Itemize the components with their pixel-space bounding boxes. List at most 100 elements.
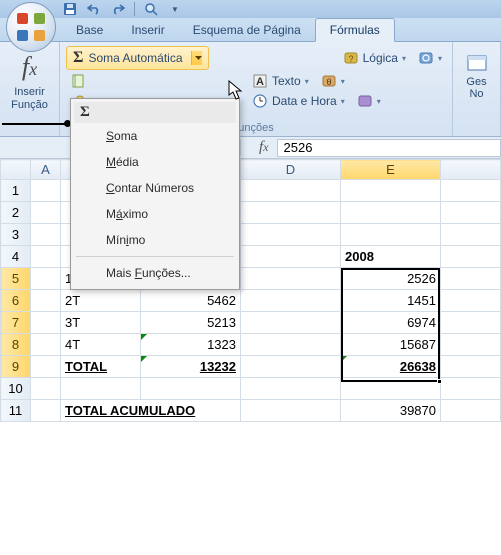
cell[interactable] bbox=[441, 246, 501, 268]
cell[interactable]: 4T bbox=[61, 334, 141, 356]
cell[interactable]: 13232 bbox=[141, 356, 241, 378]
cell[interactable] bbox=[141, 378, 241, 400]
cell[interactable]: 2T bbox=[61, 290, 141, 312]
cell[interactable] bbox=[241, 268, 341, 290]
cell[interactable] bbox=[31, 290, 61, 312]
math-button[interactable]: θ ▾ bbox=[317, 72, 349, 90]
cell[interactable] bbox=[31, 180, 61, 202]
tab-formulas[interactable]: Fórmulas bbox=[315, 18, 395, 42]
tab-inserir[interactable]: Inserir bbox=[117, 19, 178, 41]
autosum-dropdown-arrow[interactable] bbox=[191, 51, 202, 65]
col-header-D[interactable]: D bbox=[241, 160, 341, 180]
cell[interactable]: TOTAL ACUMULADO bbox=[61, 400, 241, 422]
cell[interactable] bbox=[241, 356, 341, 378]
save-icon[interactable] bbox=[60, 1, 80, 17]
cell[interactable]: 5462 bbox=[141, 290, 241, 312]
select-all-corner[interactable] bbox=[1, 160, 31, 180]
cell[interactable] bbox=[241, 180, 341, 202]
cell[interactable] bbox=[241, 334, 341, 356]
dd-item-media[interactable]: Média bbox=[74, 149, 236, 175]
name-manager-icon[interactable] bbox=[465, 52, 489, 76]
dd-item-maximo[interactable]: Máximo bbox=[74, 201, 236, 227]
cell[interactable] bbox=[31, 400, 61, 422]
cell[interactable] bbox=[31, 356, 61, 378]
cell[interactable] bbox=[31, 334, 61, 356]
fx-icon[interactable]: fx bbox=[22, 52, 37, 82]
office-button[interactable] bbox=[6, 2, 56, 52]
cell[interactable] bbox=[31, 378, 61, 400]
row-header[interactable]: 7 bbox=[1, 312, 31, 334]
cell[interactable] bbox=[241, 400, 341, 422]
autosum-button[interactable]: Σ Soma Automática bbox=[66, 46, 209, 70]
cell[interactable]: 3T bbox=[61, 312, 141, 334]
cell[interactable]: 2526 bbox=[341, 268, 441, 290]
cell[interactable] bbox=[341, 202, 441, 224]
cell[interactable]: 1323 bbox=[141, 334, 241, 356]
tab-esquema[interactable]: Esquema de Página bbox=[179, 19, 315, 41]
cell[interactable] bbox=[31, 312, 61, 334]
col-header-next[interactable] bbox=[441, 160, 501, 180]
row-header[interactable]: 8 bbox=[1, 334, 31, 356]
cell[interactable] bbox=[441, 378, 501, 400]
cell[interactable] bbox=[31, 246, 61, 268]
cell[interactable] bbox=[441, 400, 501, 422]
cell[interactable]: 1451 bbox=[341, 290, 441, 312]
col-header-A[interactable]: A bbox=[31, 160, 61, 180]
more-button[interactable]: ▾ bbox=[353, 92, 385, 110]
dd-item-soma[interactable]: Soma bbox=[74, 123, 236, 149]
cell[interactable] bbox=[441, 356, 501, 378]
cell[interactable]: 5213 bbox=[141, 312, 241, 334]
row-header[interactable]: 3 bbox=[1, 224, 31, 246]
cell[interactable]: 39870 bbox=[341, 400, 441, 422]
col-header-E[interactable]: E bbox=[341, 160, 441, 180]
cell[interactable] bbox=[31, 202, 61, 224]
lookup-button[interactable]: ▾ bbox=[414, 49, 446, 67]
formula-input[interactable]: 2526 bbox=[277, 139, 501, 157]
cell[interactable]: 26638 bbox=[341, 356, 441, 378]
row-header[interactable]: 2 bbox=[1, 202, 31, 224]
cell[interactable] bbox=[241, 378, 341, 400]
row-header[interactable]: 11 bbox=[1, 400, 31, 422]
text-button[interactable]: A Texto▾ bbox=[248, 72, 313, 90]
cell[interactable]: TOTAL bbox=[61, 356, 141, 378]
dd-item-mais[interactable]: Mais Funções... bbox=[74, 260, 236, 286]
cell[interactable]: 2008 bbox=[341, 246, 441, 268]
cell[interactable]: 15687 bbox=[341, 334, 441, 356]
row-header[interactable]: 6 bbox=[1, 290, 31, 312]
recent-button[interactable] bbox=[66, 72, 90, 90]
dd-item-minimo[interactable]: Mínimo bbox=[74, 227, 236, 253]
cell[interactable] bbox=[441, 312, 501, 334]
row-header[interactable]: 4 bbox=[1, 246, 31, 268]
cell[interactable] bbox=[241, 246, 341, 268]
cell[interactable] bbox=[61, 378, 141, 400]
datetime-button[interactable]: Data e Hora▾ bbox=[248, 92, 349, 110]
cell[interactable] bbox=[441, 224, 501, 246]
cell[interactable] bbox=[341, 180, 441, 202]
tab-base[interactable]: Base bbox=[62, 19, 117, 41]
fx-label-icon[interactable]: fx bbox=[240, 139, 277, 156]
cell[interactable] bbox=[31, 268, 61, 290]
dd-item-contar[interactable]: Contar Números bbox=[74, 175, 236, 201]
row-header[interactable]: 1 bbox=[1, 180, 31, 202]
logic-button[interactable]: ? Lógica▾ bbox=[339, 49, 410, 67]
cell[interactable] bbox=[241, 290, 341, 312]
cell[interactable] bbox=[241, 224, 341, 246]
cell[interactable] bbox=[341, 378, 441, 400]
cell[interactable] bbox=[341, 224, 441, 246]
row-header[interactable]: 5 bbox=[1, 268, 31, 290]
insert-function-label[interactable]: Inserir Função bbox=[6, 86, 53, 112]
cell[interactable] bbox=[441, 334, 501, 356]
print-preview-icon[interactable] bbox=[141, 1, 161, 17]
cell[interactable] bbox=[441, 202, 501, 224]
cell[interactable] bbox=[241, 312, 341, 334]
cell[interactable] bbox=[441, 268, 501, 290]
undo-icon[interactable] bbox=[84, 1, 104, 17]
row-header[interactable]: 10 bbox=[1, 378, 31, 400]
cell[interactable] bbox=[441, 180, 501, 202]
cell[interactable] bbox=[31, 224, 61, 246]
qat-customize-icon[interactable]: ▼ bbox=[165, 1, 185, 17]
redo-icon[interactable] bbox=[108, 1, 128, 17]
cell[interactable]: 6974 bbox=[341, 312, 441, 334]
cell[interactable] bbox=[441, 290, 501, 312]
cell[interactable] bbox=[241, 202, 341, 224]
